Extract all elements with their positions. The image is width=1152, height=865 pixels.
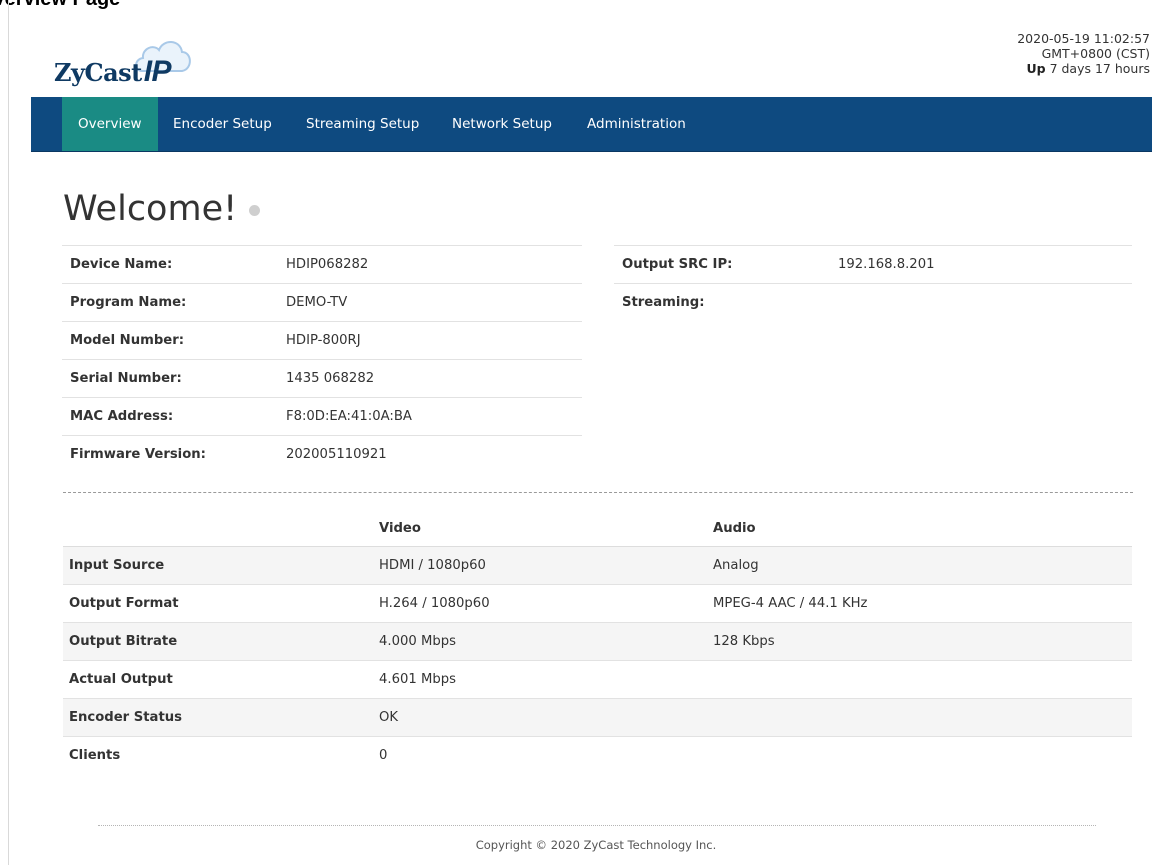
nav-network-setup[interactable]: Network Setup xyxy=(452,97,552,151)
mac-address-label: MAC Address: xyxy=(62,397,278,436)
main-nav: Overview Encoder Setup Streaming Setup N… xyxy=(31,97,1152,152)
row-label: Clients xyxy=(63,736,373,774)
table-row: Program Name: DEMO-TV xyxy=(62,283,582,322)
uptime-label: Up xyxy=(1026,61,1046,76)
device-name-value: HDIP068282 xyxy=(278,245,582,284)
zycast-logo[interactable]: ZyCastIP xyxy=(54,31,204,95)
table-row: Output Bitrate 4.000 Mbps 128 Kbps xyxy=(63,622,1132,661)
logo-text: ZyCastIP xyxy=(54,55,172,89)
column-header-audio: Audio xyxy=(707,510,1132,547)
serial-number-label: Serial Number: xyxy=(62,359,278,398)
system-clock: 2020-05-19 11:02:57 GMT+0800 (CST) Up 7 … xyxy=(1017,31,1150,76)
clock-timezone: GMT+0800 (CST) xyxy=(1041,46,1150,61)
nav-encoder-setup[interactable]: Encoder Setup xyxy=(173,97,272,151)
table-row: Output Format H.264 / 1080p60 MPEG-4 AAC… xyxy=(63,584,1132,623)
left-border xyxy=(8,0,9,865)
output-src-ip-value: 192.168.8.201 xyxy=(830,245,1132,284)
video-value: 4.000 Mbps xyxy=(373,622,707,661)
logo-ip: IP xyxy=(143,55,172,88)
uptime-value: 7 days 17 hours xyxy=(1049,61,1150,76)
output-info-table: Output SRC IP: 192.168.8.201 Streaming: xyxy=(614,245,1132,321)
device-name-label: Device Name: xyxy=(62,245,278,284)
column-header-video: Video xyxy=(373,510,707,547)
video-value: OK xyxy=(373,698,707,737)
table-row: MAC Address: F8:0D:EA:41:0A:BA xyxy=(62,397,582,436)
video-value: HDMI / 1080p60 xyxy=(373,546,707,585)
audio-value xyxy=(707,698,1132,737)
row-label: Output Bitrate xyxy=(63,622,373,661)
model-number-value: HDIP-800RJ xyxy=(278,321,582,360)
table-row: Clients 0 xyxy=(63,736,1132,774)
table-row: Actual Output 4.601 Mbps xyxy=(63,660,1132,699)
audio-value: MPEG-4 AAC / 44.1 KHz xyxy=(707,584,1132,623)
clock-datetime: 2020-05-19 11:02:57 xyxy=(1017,31,1150,46)
mac-address-value: F8:0D:EA:41:0A:BA xyxy=(278,397,582,436)
section-divider xyxy=(63,492,1133,493)
audio-value: Analog xyxy=(707,546,1132,585)
table-row: Serial Number: 1435 068282 xyxy=(62,359,582,398)
streaming-value xyxy=(830,283,1132,321)
row-label: Output Format xyxy=(63,584,373,623)
audio-value: 128 Kbps xyxy=(707,622,1132,661)
nav-administration[interactable]: Administration xyxy=(587,97,686,151)
av-status-table: Video Audio Input Source HDMI / 1080p60 … xyxy=(63,510,1132,774)
audio-value xyxy=(707,660,1132,699)
serial-number-value: 1435 068282 xyxy=(278,359,582,398)
status-dot-icon xyxy=(249,204,261,216)
model-number-label: Model Number: xyxy=(62,321,278,360)
firmware-version-label: Firmware Version: xyxy=(62,435,278,473)
row-label: Encoder Status xyxy=(63,698,373,737)
program-name-value: DEMO-TV xyxy=(278,283,582,322)
streaming-label: Streaming: xyxy=(614,283,830,321)
table-row: Firmware Version: 202005110921 xyxy=(62,435,582,473)
table-row: Output SRC IP: 192.168.8.201 xyxy=(614,245,1132,284)
page-heading: Overview Page xyxy=(0,0,120,11)
output-src-ip-label: Output SRC IP: xyxy=(614,245,830,284)
video-value: H.264 / 1080p60 xyxy=(373,584,707,623)
welcome-heading: Welcome! xyxy=(63,189,261,229)
row-label: Actual Output xyxy=(63,660,373,699)
row-label: Input Source xyxy=(63,546,373,585)
clock-uptime-line: Up 7 days 17 hours xyxy=(1017,61,1150,76)
nav-overview[interactable]: Overview xyxy=(62,97,158,151)
firmware-version-value: 202005110921 xyxy=(278,435,582,473)
audio-value xyxy=(707,736,1132,774)
device-info-table: Device Name: HDIP068282 Program Name: DEMO… xyxy=(62,245,582,473)
welcome-title: Welcome! xyxy=(63,189,238,229)
column-header-blank xyxy=(63,510,373,547)
table-row: Device Name: HDIP068282 xyxy=(62,245,582,284)
table-row: Model Number: HDIP-800RJ xyxy=(62,321,582,360)
table-row: Streaming: xyxy=(614,283,1132,321)
nav-streaming-setup[interactable]: Streaming Setup xyxy=(306,97,419,151)
video-value: 0 xyxy=(373,736,707,774)
table-row: Encoder Status OK xyxy=(63,698,1132,737)
video-value: 4.601 Mbps xyxy=(373,660,707,699)
logo-name: ZyCast xyxy=(54,58,142,87)
table-row: Input Source HDMI / 1080p60 Analog xyxy=(63,546,1132,585)
table-header-row: Video Audio xyxy=(63,510,1132,547)
footer-divider xyxy=(98,825,1096,826)
program-name-label: Program Name: xyxy=(62,283,278,322)
footer-copyright: Copyright © 2020 ZyCast Technology Inc. xyxy=(475,838,717,852)
